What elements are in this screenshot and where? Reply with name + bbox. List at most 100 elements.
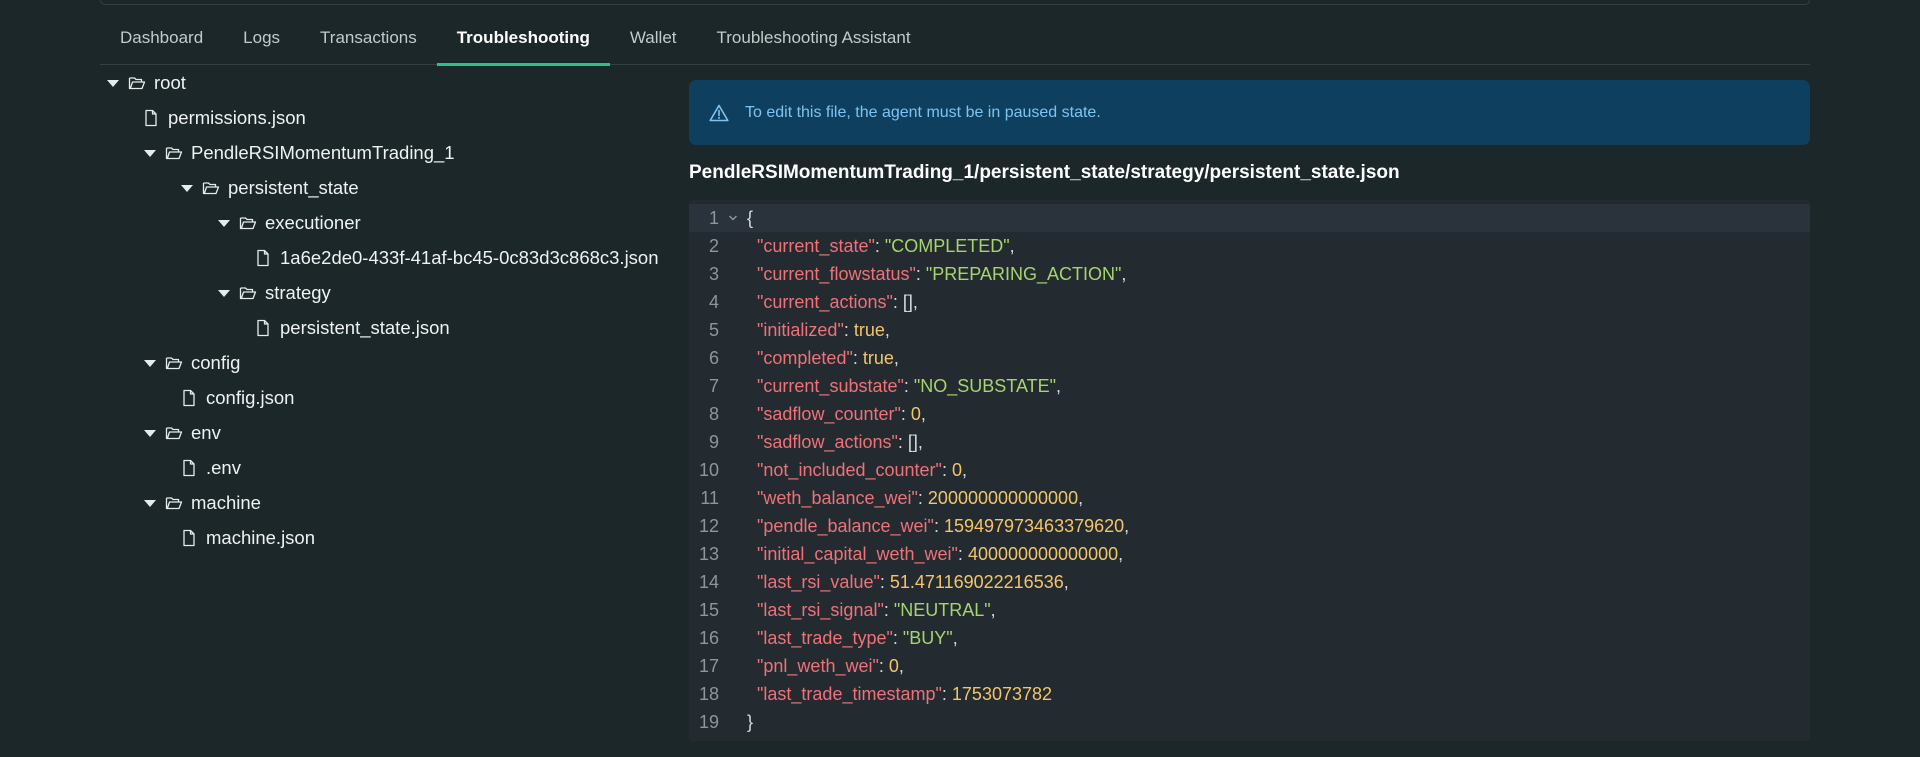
folder-open-icon <box>165 424 183 442</box>
caret-down-icon[interactable] <box>106 76 120 90</box>
tab-troubleshooting[interactable]: Troubleshooting <box>436 14 611 66</box>
caret-down-icon[interactable] <box>143 426 157 440</box>
tree-folder-config[interactable]: config <box>143 348 240 378</box>
json-brace: { <box>747 207 754 228</box>
tree-file-executioner-json[interactable]: 1a6e2de0-433f-41af-bc45-0c83d3c868c3.jso… <box>254 243 659 273</box>
json-key: "pnl_weth_wei" <box>757 655 879 676</box>
json-key: "pendle_balance_wei" <box>757 515 934 536</box>
caret-down-icon[interactable] <box>143 356 157 370</box>
code-text: "current_substate": "NO_SUBSTATE", <box>747 376 1061 397</box>
json-key: "last_rsi_value" <box>757 571 880 592</box>
json-colon: : <box>900 403 911 424</box>
json-value: "COMPLETED" <box>884 235 1010 256</box>
tree-label: env <box>191 422 221 443</box>
json-value: 200000000000000 <box>927 487 1079 508</box>
file-path-heading: PendleRSIMomentumTrading_1/persistent_st… <box>689 162 1400 183</box>
line-number: 18 <box>698 683 719 704</box>
json-comma: , <box>952 627 958 648</box>
line-number: 14 <box>698 571 719 592</box>
code-text: "initialized": true, <box>747 320 890 341</box>
line-number: 2 <box>708 235 719 256</box>
tree-file-machine-json[interactable]: machine.json <box>180 523 315 553</box>
tree-folder-executioner[interactable]: executioner <box>217 208 361 238</box>
json-value: 1753073782 <box>951 683 1053 704</box>
tree-folder-env[interactable]: env <box>143 418 221 448</box>
chevron-down-icon[interactable] <box>719 214 747 222</box>
folder-open-icon <box>239 214 257 232</box>
code-line: 10 "not_included_counter": 0, <box>689 456 1810 484</box>
tree-file-env[interactable]: .env <box>180 453 241 483</box>
json-comma: , <box>893 347 899 368</box>
caret-down-icon[interactable] <box>217 286 231 300</box>
json-code-editor[interactable]: 1{2 "current_state": "COMPLETED", 3 "curr… <box>689 200 1810 741</box>
code-text: "sadflow_counter": 0, <box>747 404 926 425</box>
tree-folder-root[interactable]: root <box>106 68 186 98</box>
json-comma: , <box>1078 487 1084 508</box>
tree-file-permissions[interactable]: permissions.json <box>142 103 306 133</box>
line-number: 15 <box>698 599 719 620</box>
json-colon: : <box>933 515 944 536</box>
code-text: "pendle_balance_wei": 159497973463379620… <box>747 516 1129 537</box>
line-number: 12 <box>698 515 719 536</box>
caret-down-icon[interactable] <box>180 181 194 195</box>
json-comma: , <box>884 319 890 340</box>
caret-down-icon[interactable] <box>217 216 231 230</box>
json-colon: : <box>874 235 885 256</box>
tree-label: .env <box>206 457 241 478</box>
code-line: 4 "current_actions": [], <box>689 288 1810 316</box>
tree-folder-agent[interactable]: PendleRSIMomentumTrading_1 <box>143 138 455 168</box>
json-colon: : <box>897 431 908 452</box>
line-number: 13 <box>698 543 719 564</box>
tree-folder-machine[interactable]: machine <box>143 488 261 518</box>
tab-troubleshooting-assistant[interactable]: Troubleshooting Assistant <box>697 14 931 65</box>
code-line: 11 "weth_balance_wei": 200000000000000, <box>689 484 1810 512</box>
json-colon: : <box>941 459 952 480</box>
tab-logs[interactable]: Logs <box>223 14 300 65</box>
line-number: 4 <box>708 291 719 312</box>
code-line: 6 "completed": true, <box>689 344 1810 372</box>
tab-dashboard[interactable]: Dashboard <box>100 14 223 65</box>
folder-open-icon <box>202 179 220 197</box>
file-icon <box>180 459 198 477</box>
tree-label: machine.json <box>206 527 316 548</box>
code-text: "last_rsi_signal": "NEUTRAL", <box>747 600 996 621</box>
tree-folder-persistent-state[interactable]: persistent_state <box>180 173 359 203</box>
json-comma: , <box>1009 235 1015 256</box>
json-key: "current_substate" <box>757 375 904 396</box>
tab-wallet[interactable]: Wallet <box>610 14 697 65</box>
code-text: "last_trade_timestamp": 1753073782 <box>747 684 1052 705</box>
json-comma: , <box>1124 515 1130 536</box>
json-value: "PREPARING_ACTION" <box>925 263 1122 284</box>
tree-folder-strategy[interactable]: strategy <box>217 278 331 308</box>
alert-message: To edit this file, the agent must be in … <box>745 103 1101 121</box>
code-line: 14 "last_rsi_value": 51.471169022216536, <box>689 568 1810 596</box>
tree-file-config-json[interactable]: config.json <box>180 383 294 413</box>
json-key: "not_included_counter" <box>757 459 942 480</box>
json-key: "current_flowstatus" <box>757 263 916 284</box>
json-colon: : <box>879 571 890 592</box>
code-text: { <box>747 208 753 229</box>
json-comma: , <box>920 403 926 424</box>
code-line: 5 "initialized": true, <box>689 316 1810 344</box>
code-text: "current_state": "COMPLETED", <box>747 236 1015 257</box>
tree-label: 1a6e2de0-433f-41af-bc45-0c83d3c868c3.jso… <box>280 247 659 268</box>
code-text: "last_rsi_value": 51.471169022216536, <box>747 572 1069 593</box>
json-colon: : <box>903 375 914 396</box>
tab-transactions[interactable]: Transactions <box>300 14 437 65</box>
caret-down-icon[interactable] <box>143 496 157 510</box>
code-line: 3 "current_flowstatus": "PREPARING_ACTIO… <box>689 260 1810 288</box>
json-key: "last_trade_timestamp" <box>757 683 942 704</box>
json-colon: : <box>878 655 889 676</box>
json-key: "current_state" <box>757 235 875 256</box>
code-text: } <box>747 712 753 733</box>
code-text: "current_actions": [], <box>747 292 918 313</box>
tree-file-persistent-state-json[interactable]: persistent_state.json <box>254 313 450 343</box>
code-line: 18 "last_trade_timestamp": 1753073782 <box>689 680 1810 708</box>
json-key: "initial_capital_weth_wei" <box>757 543 958 564</box>
caret-down-icon[interactable] <box>143 146 157 160</box>
json-value: "BUY" <box>902 627 953 648</box>
